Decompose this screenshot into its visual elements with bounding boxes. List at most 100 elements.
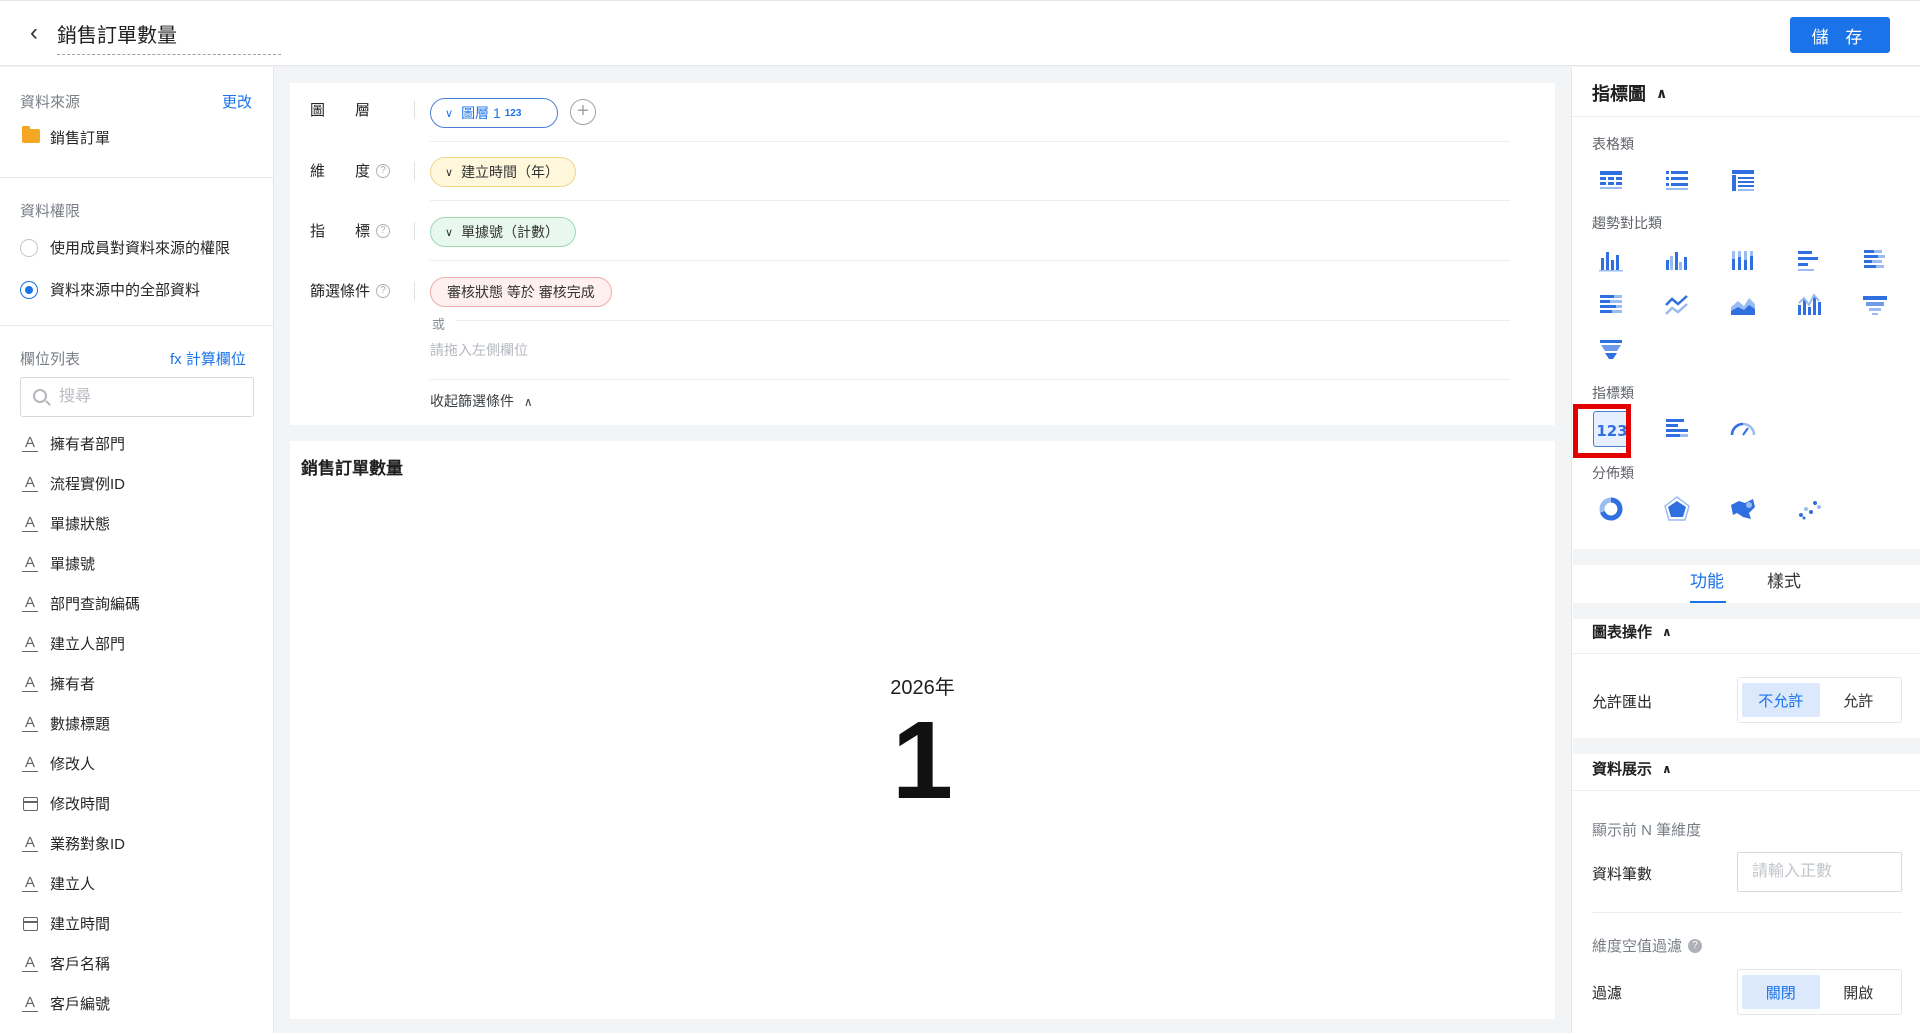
- pivot-table-icon[interactable]: [1725, 162, 1761, 198]
- field-label: 建立人: [50, 875, 96, 893]
- add-layer-icon[interactable]: +: [570, 99, 596, 125]
- field-search-input[interactable]: [59, 386, 239, 408]
- area-chart-icon[interactable]: [1725, 287, 1761, 323]
- line-chart-icon[interactable]: [1659, 287, 1695, 323]
- permission-option-all[interactable]: 資料來源中的全部資料: [20, 279, 200, 300]
- percent-bar-icon[interactable]: [1593, 287, 1629, 323]
- metric-chip[interactable]: ∨ 單據號（計數）: [430, 217, 577, 247]
- help-icon[interactable]: ?: [376, 283, 391, 298]
- page-title[interactable]: 銷售訂單數量: [57, 19, 281, 55]
- scatter-chart-icon[interactable]: [1791, 491, 1827, 527]
- text-field-icon: A: [22, 994, 38, 1012]
- dimension-chip[interactable]: ∨ 建立時間（年）: [430, 157, 577, 187]
- divider: [1572, 116, 1920, 117]
- grouped-bar-icon[interactable]: [1659, 242, 1695, 278]
- field-item[interactable]: A 擁有者部門: [0, 423, 274, 463]
- filter-off-option[interactable]: 關閉: [1742, 975, 1820, 1009]
- filter-drop-zone[interactable]: 請拖入左側欄位: [430, 340, 528, 360]
- field-item[interactable]: A 客戶編號: [0, 983, 274, 1023]
- divider: [1592, 912, 1902, 913]
- combo-chart-icon[interactable]: [1791, 287, 1827, 323]
- row-divider: [456, 320, 1510, 321]
- row-divider: [430, 379, 1510, 380]
- chart-ops-header[interactable]: 圖表操作 ∧: [1592, 621, 1672, 642]
- help-icon[interactable]: ?: [376, 223, 391, 238]
- chevron-down-icon[interactable]: ∨: [445, 107, 453, 120]
- allow-export-label: 允許匯出: [1592, 694, 1653, 711]
- help-icon[interactable]: ?: [1688, 938, 1703, 953]
- field-item[interactable]: A 建立人: [0, 863, 274, 903]
- left-sidebar: 資料來源 更改 銷售訂單 資料權限 使用成員對資料來源的權限 資料來源中的全部資…: [0, 67, 274, 1033]
- chart-type-header[interactable]: 指標圖 ∧: [1592, 80, 1667, 106]
- field-item[interactable]: A 客戶名稱: [0, 943, 274, 983]
- filter-chip[interactable]: 審核狀態 等於 審核完成: [430, 277, 612, 307]
- save-button[interactable]: 儲 存: [1790, 17, 1890, 53]
- panel-gap: [1573, 738, 1920, 754]
- gauge-chart-icon[interactable]: [1725, 411, 1761, 447]
- layer-chip[interactable]: ∨ 圖層 1 123: [430, 98, 558, 128]
- radio-button[interactable]: [20, 238, 38, 257]
- data-display-header[interactable]: 資料展示 ∧: [1592, 758, 1672, 779]
- field-item[interactable]: A 數據標題: [0, 703, 274, 743]
- divider: [0, 177, 274, 178]
- chevron-down-icon[interactable]: ∨: [445, 226, 453, 239]
- donut-chart-icon[interactable]: [1593, 491, 1629, 527]
- field-label: 數據標題: [50, 715, 111, 733]
- allow-option[interactable]: 允許: [1820, 683, 1898, 717]
- table-category-label: 表格類: [1592, 136, 1634, 152]
- text-field-icon: A: [22, 834, 38, 852]
- calc-field-link[interactable]: fx 計算欄位: [170, 348, 246, 369]
- field-search-box[interactable]: [20, 377, 254, 417]
- text-field-icon: A: [22, 554, 38, 572]
- radar-chart-icon[interactable]: [1659, 491, 1695, 527]
- back-arrow-icon[interactable]: ‹: [30, 21, 50, 45]
- table-chart-icon[interactable]: [1593, 162, 1629, 198]
- disallow-option[interactable]: 不允許: [1742, 683, 1820, 717]
- funnel-chart-icon[interactable]: [1857, 287, 1893, 323]
- datasource-label: 資料來源: [20, 94, 81, 111]
- chart-type-header-label: 指標圖: [1592, 84, 1646, 104]
- collapse-filter-link[interactable]: 收起篩選條件 ∧: [430, 391, 533, 411]
- map-chart-icon[interactable]: [1725, 491, 1761, 527]
- text-field-icon: A: [22, 874, 38, 892]
- top-bar: ‹ 銷售訂單數量 儲 存: [0, 0, 1920, 66]
- field-label: 客戶名稱: [50, 955, 111, 973]
- help-icon[interactable]: ?: [376, 163, 391, 178]
- metric-list-icon[interactable]: [1659, 411, 1695, 447]
- radio-button-selected[interactable]: [20, 280, 38, 299]
- metric-chip-label: 單據號（計數）: [461, 224, 560, 240]
- divider: [1572, 790, 1920, 791]
- null-filter-toggle[interactable]: 關閉 開啟: [1737, 969, 1902, 1015]
- field-item[interactable]: A 單據號: [0, 543, 274, 583]
- change-datasource-link[interactable]: 更改: [222, 91, 252, 112]
- chevron-down-icon[interactable]: ∨: [445, 166, 453, 179]
- metric-label-text: 指 標: [310, 223, 371, 240]
- allow-export-toggle[interactable]: 不允許 允許: [1737, 677, 1902, 723]
- stacked-bar-icon[interactable]: [1725, 242, 1761, 278]
- tab-style[interactable]: 樣式: [1767, 567, 1801, 592]
- stacked-horizontal-bar-icon[interactable]: [1857, 242, 1893, 278]
- count-input[interactable]: [1737, 852, 1902, 892]
- field-item[interactable]: A 部門查詢編碼: [0, 583, 274, 623]
- field-item[interactable]: 修改時間: [0, 783, 274, 823]
- field-item[interactable]: A 單據狀態: [0, 503, 274, 543]
- field-item[interactable]: A 業務對象ID: [0, 823, 274, 863]
- permission-option-member[interactable]: 使用成員對資料來源的權限: [20, 237, 230, 258]
- text-field-icon: A: [22, 474, 38, 492]
- field-label: 流程實例ID: [50, 475, 126, 493]
- horizontal-bar-icon[interactable]: [1791, 242, 1827, 278]
- field-item[interactable]: 建立時間: [0, 903, 274, 943]
- chart-config-panel: 圖 層 ∨ 圖層 1 123 + 維 度? ∨ 建立時間（年） 指 標? ∨ 單…: [290, 83, 1555, 425]
- field-item[interactable]: A 建立人部門: [0, 623, 274, 663]
- list-chart-icon[interactable]: [1659, 162, 1695, 198]
- separator: [414, 162, 415, 180]
- field-item[interactable]: A 流程實例ID: [0, 463, 274, 503]
- bar-chart-icon[interactable]: [1593, 242, 1629, 278]
- filter-on-option[interactable]: 開啟: [1820, 975, 1898, 1009]
- tab-function[interactable]: 功能: [1690, 567, 1724, 592]
- field-item[interactable]: A 修改人: [0, 743, 274, 783]
- divider: [0, 325, 274, 326]
- field-label: 建立時間: [50, 915, 111, 933]
- reverse-funnel-icon[interactable]: [1593, 331, 1629, 367]
- field-item[interactable]: A 擁有者: [0, 663, 274, 703]
